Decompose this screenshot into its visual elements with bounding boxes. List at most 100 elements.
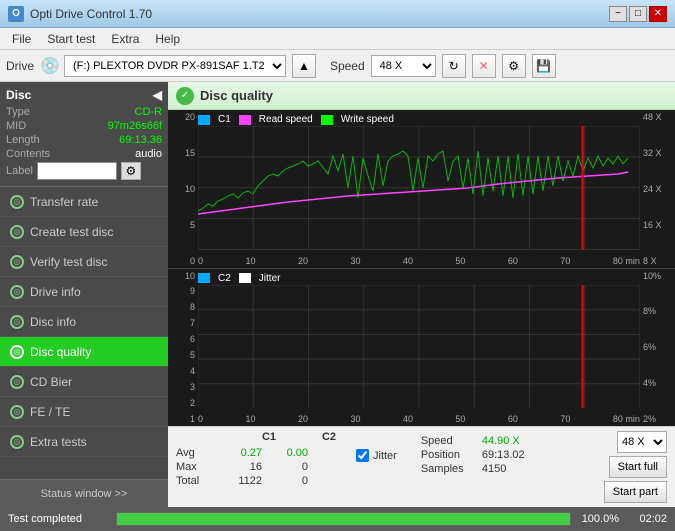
avg-c2-value: 0.00	[268, 447, 308, 459]
read-speed-legend-label: Read speed	[259, 114, 313, 125]
chart-bottom-y-right: 10% 8% 6% 4% 2%	[640, 269, 675, 427]
sidebar-item-verify-test-disc[interactable]: ◎ Verify test disc	[0, 247, 168, 277]
clear-button[interactable]: ✕	[472, 54, 496, 78]
c2-header: C2	[296, 431, 336, 443]
disc-contents-label: Contents	[6, 148, 50, 160]
drivebar: Drive 💿 (F:) PLEXTOR DVDR PX-891SAF 1.T2…	[0, 50, 675, 82]
disc-label-input[interactable]	[37, 162, 117, 180]
c1-legend-box	[198, 115, 210, 125]
disc-type-row: Type CD-R	[6, 106, 162, 118]
chart-bottom-x-axis: 0 10 20 30 40 50 60 70 80 min	[198, 414, 640, 424]
chart-top: C1 Read speed Write speed 20 15 10 5 0 4…	[168, 110, 675, 269]
save-button[interactable]: 💾	[532, 54, 556, 78]
menu-extra[interactable]: Extra	[103, 30, 147, 48]
drive-label: Drive	[6, 59, 34, 73]
max-c2-value: 0	[268, 461, 308, 473]
sidebar-item-disc-info-label: Disc info	[30, 315, 76, 329]
menu-help[interactable]: Help	[147, 30, 188, 48]
total-c2-value: 0	[268, 475, 308, 487]
label-gear-button[interactable]: ⚙	[121, 162, 141, 180]
cd-bier-icon: ◎	[10, 375, 24, 389]
total-label: Total	[176, 475, 216, 487]
titlebar-controls: − □ ✕	[609, 6, 667, 22]
speed-value: 44.90 X	[482, 435, 520, 447]
sidebar-item-fe-te[interactable]: ◎ FE / TE	[0, 397, 168, 427]
samples-label: Samples	[421, 463, 476, 475]
progressbar: Test completed 100.0% 02:02	[0, 507, 675, 531]
chart-top-x-axis: 0 10 20 30 40 50 60 70 80 min	[198, 256, 640, 266]
disc-info-icon: ◎	[10, 315, 24, 329]
create-test-disc-icon: ◎	[10, 225, 24, 239]
progress-bar-outer	[116, 512, 571, 526]
position-value: 69:13.02	[482, 449, 525, 461]
eject-button[interactable]: ▲	[292, 54, 316, 78]
sidebar-item-transfer-rate-label: Transfer rate	[30, 195, 98, 209]
menubar: File Start test Extra Help	[0, 28, 675, 50]
disc-quality-title: Disc quality	[200, 88, 273, 103]
disc-contents-row: Contents audio	[6, 148, 162, 160]
settings-button[interactable]: ⚙	[502, 54, 526, 78]
total-c1-value: 1122	[222, 475, 262, 487]
main-area: Disc ◀ Type CD-R MID 97m26s66f Length 69…	[0, 82, 675, 507]
charts-area: C1 Read speed Write speed 20 15 10 5 0 4…	[168, 110, 675, 426]
maximize-button[interactable]: □	[629, 6, 647, 22]
action-speed-select[interactable]: 48 X	[617, 431, 667, 453]
position-label: Position	[421, 449, 476, 461]
fe-te-icon: ◎	[10, 405, 24, 419]
samples-row: Samples 4150	[421, 463, 525, 475]
status-window-button[interactable]: Status window >>	[0, 479, 168, 507]
close-button[interactable]: ✕	[649, 6, 667, 22]
chart-top-y-right: 48 X 32 X 24 X 16 X 8 X	[640, 110, 675, 268]
sidebar-item-create-test-disc-label: Create test disc	[30, 225, 113, 239]
disc-panel: Disc ◀ Type CD-R MID 97m26s66f Length 69…	[0, 82, 168, 187]
disc-quality-icon-circle: ✓	[176, 87, 194, 105]
speed-label: Speed	[330, 59, 365, 73]
jitter-legend-label: Jitter	[259, 273, 281, 284]
disc-header: Disc ◀	[6, 88, 162, 102]
sidebar-item-verify-test-disc-label: Verify test disc	[30, 255, 107, 269]
disc-label-row: Label ⚙	[6, 162, 162, 180]
sidebar-item-extra-tests[interactable]: ◎ Extra tests	[0, 427, 168, 457]
disc-collapse-arrow[interactable]: ◀	[153, 88, 162, 102]
status-text: Test completed	[8, 513, 108, 525]
sidebar-item-drive-info[interactable]: ◎ Drive info	[0, 277, 168, 307]
jitter-label: Jitter	[373, 450, 397, 462]
disc-type-label: Type	[6, 106, 30, 118]
disc-length-value: 69:13.36	[119, 134, 162, 146]
speed-select[interactable]: 48 X	[371, 55, 436, 77]
drive-info-icon: ◎	[10, 285, 24, 299]
sidebar-item-disc-quality-label: Disc quality	[30, 345, 91, 359]
c1-header: C1	[236, 431, 276, 443]
content-area: ✓ Disc quality C1 Read speed Write speed…	[168, 82, 675, 507]
speed-info: Speed 44.90 X Position 69:13.02 Samples …	[421, 435, 525, 475]
sidebar-item-disc-info[interactable]: ◎ Disc info	[0, 307, 168, 337]
disc-mid-label: MID	[6, 120, 26, 132]
drive-select[interactable]: (F:) PLEXTOR DVDR PX-891SAF 1.T2	[64, 55, 286, 77]
jitter-checkbox[interactable]	[356, 449, 369, 462]
app-icon: O	[8, 6, 24, 22]
sidebar-item-cd-bier-label: CD Bier	[30, 375, 72, 389]
sidebar-item-fe-te-label: FE / TE	[30, 405, 70, 419]
read-speed-legend-box	[239, 115, 251, 125]
sidebar-item-cd-bier[interactable]: ◎ CD Bier	[0, 367, 168, 397]
position-row: Position 69:13.02	[421, 449, 525, 461]
avg-label: Avg	[176, 447, 216, 459]
start-part-button[interactable]: Start part	[604, 481, 667, 503]
sidebar-item-create-test-disc[interactable]: ◎ Create test disc	[0, 217, 168, 247]
chart-top-y-axis: 20 15 10 5 0	[168, 110, 198, 268]
sidebar-item-transfer-rate[interactable]: ◎ Transfer rate	[0, 187, 168, 217]
menu-start-test[interactable]: Start test	[39, 30, 103, 48]
disc-type-value: CD-R	[135, 106, 163, 118]
menu-file[interactable]: File	[4, 30, 39, 48]
samples-value: 4150	[482, 463, 506, 475]
avg-row: Avg 0.27 0.00	[176, 447, 336, 459]
sidebar-item-drive-info-label: Drive info	[30, 285, 81, 299]
chart-top-legend: C1 Read speed Write speed	[198, 114, 394, 125]
write-speed-legend-box	[321, 115, 333, 125]
sidebar-item-disc-quality[interactable]: ◎ Disc quality	[0, 337, 168, 367]
start-full-button[interactable]: Start full	[609, 456, 667, 478]
minimize-button[interactable]: −	[609, 6, 627, 22]
refresh-button[interactable]: ↻	[442, 54, 466, 78]
chart-top-svg	[198, 126, 640, 250]
sidebar: Disc ◀ Type CD-R MID 97m26s66f Length 69…	[0, 82, 168, 507]
